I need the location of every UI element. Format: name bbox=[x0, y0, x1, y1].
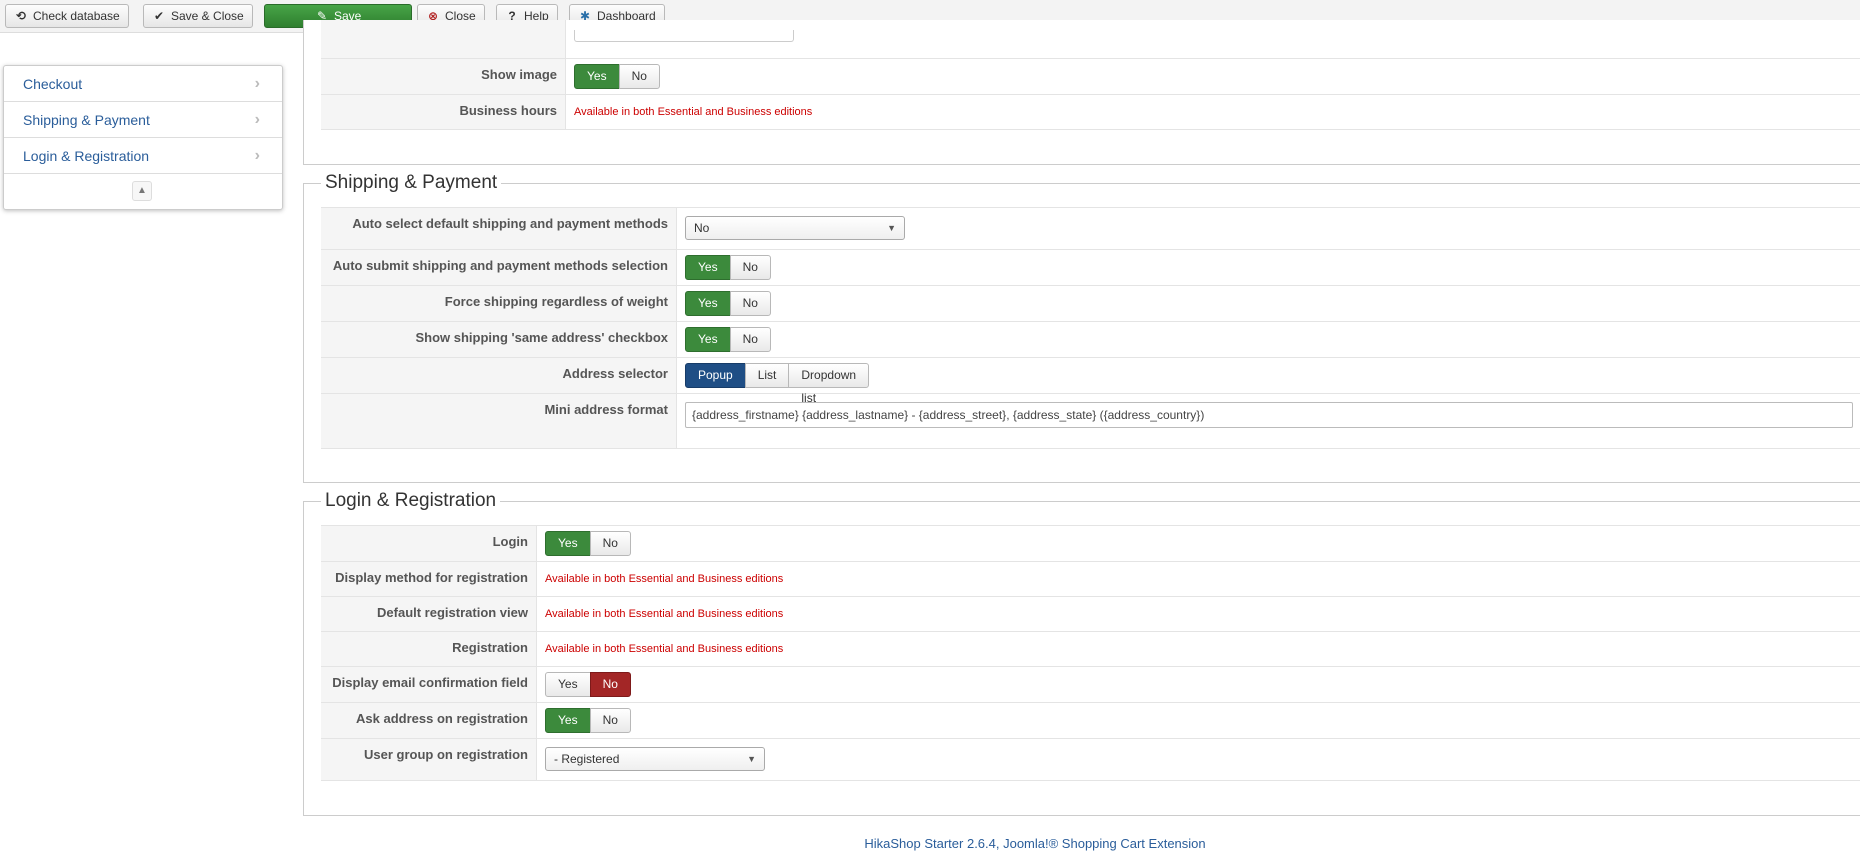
mini-address-row: Mini address format {address_firstname} … bbox=[321, 394, 1860, 449]
user-group-selected: - Registered bbox=[554, 752, 620, 766]
partial-select[interactable] bbox=[574, 30, 794, 42]
address-selector-toggle: Popup List Dropdown list bbox=[685, 363, 870, 405]
check-icon: ✔ bbox=[153, 9, 165, 23]
show-image-no[interactable]: No bbox=[618, 64, 660, 89]
show-image-label: Show image bbox=[321, 59, 566, 94]
force-shipping-row: Force shipping regardless of weight Yes … bbox=[321, 286, 1860, 322]
email-confirm-toggle: Yes No bbox=[545, 672, 631, 697]
auto-select-row: Auto select default shipping and payment… bbox=[321, 208, 1860, 250]
check-database-label: Check database bbox=[33, 9, 120, 23]
ask-address-row: Ask address on registration Yes No bbox=[321, 703, 1860, 739]
user-group-label: User group on registration bbox=[321, 739, 537, 780]
default-view-label: Default registration view bbox=[321, 597, 537, 631]
show-image-toggle: Yes No bbox=[574, 64, 660, 89]
ask-address-yes[interactable]: Yes bbox=[545, 708, 591, 733]
shipping-payment-panel: Shipping & Payment Auto select default s… bbox=[303, 171, 1860, 483]
auto-submit-toggle: Yes No bbox=[685, 255, 771, 280]
nav-item-login-registration[interactable]: Login & Registration › bbox=[4, 138, 282, 174]
nav-item-label: Shipping & Payment bbox=[23, 112, 150, 128]
default-view-row: Default registration view Available in b… bbox=[321, 597, 1860, 632]
caret-down-icon: ▼ bbox=[747, 754, 756, 764]
mini-address-label: Mini address format bbox=[321, 394, 677, 448]
footer: HikaShop Starter 2.6.4, Joomla!® Shoppin… bbox=[0, 836, 1860, 851]
scrolled-row bbox=[321, 20, 1860, 59]
show-image-yes[interactable]: Yes bbox=[574, 64, 620, 89]
force-shipping-toggle: Yes No bbox=[685, 291, 771, 316]
collapse-icon[interactable]: ▲ bbox=[132, 181, 152, 201]
login-row: Login Yes No bbox=[321, 526, 1860, 562]
display-method-row: Display method for registration Availabl… bbox=[321, 562, 1860, 597]
caret-down-icon: ▼ bbox=[887, 223, 896, 233]
auto-submit-row: Auto submit shipping and payment methods… bbox=[321, 250, 1860, 286]
same-address-no[interactable]: No bbox=[729, 327, 771, 352]
ask-address-toggle: Yes No bbox=[545, 708, 631, 733]
user-group-row: User group on registration - Registered … bbox=[321, 739, 1860, 781]
save-close-label: Save & Close bbox=[171, 9, 244, 23]
business-hours-row: Business hours Available in both Essenti… bbox=[321, 95, 1860, 130]
address-selector-list[interactable]: List bbox=[744, 363, 790, 388]
force-shipping-no[interactable]: No bbox=[729, 291, 771, 316]
login-no[interactable]: No bbox=[589, 531, 631, 556]
same-address-toggle: Yes No bbox=[685, 327, 771, 352]
email-confirm-row: Display email confirmation field Yes No bbox=[321, 667, 1860, 703]
auto-submit-yes[interactable]: Yes bbox=[685, 255, 731, 280]
login-toggle: Yes No bbox=[545, 531, 631, 556]
shipping-payment-title: Shipping & Payment bbox=[321, 171, 502, 195]
force-shipping-yes[interactable]: Yes bbox=[685, 291, 731, 316]
mini-address-input[interactable]: {address_firstname} {address_lastname} -… bbox=[685, 402, 1853, 428]
shipping-payment-form: Auto select default shipping and payment… bbox=[321, 207, 1860, 449]
save-close-button[interactable]: ✔ Save & Close bbox=[143, 4, 253, 28]
edition-notice: Available in both Essential and Business… bbox=[545, 608, 784, 620]
auto-select-label: Auto select default shipping and payment… bbox=[321, 208, 677, 249]
auto-select-selected: No bbox=[694, 221, 710, 235]
footer-link[interactable]: HikaShop Starter 2.6.4, Joomla!® Shoppin… bbox=[864, 836, 1205, 851]
side-navigation: Checkout › Shipping & Payment › Login & … bbox=[3, 65, 283, 210]
registration-label: Registration bbox=[321, 632, 537, 666]
same-address-yes[interactable]: Yes bbox=[685, 327, 731, 352]
edition-notice: Available in both Essential and Business… bbox=[574, 106, 813, 118]
force-shipping-label: Force shipping regardless of weight bbox=[321, 286, 677, 321]
edition-notice: Available in both Essential and Business… bbox=[545, 573, 784, 585]
email-confirm-yes[interactable]: Yes bbox=[545, 672, 591, 697]
check-database-button[interactable]: ⟲ Check database bbox=[5, 4, 129, 28]
database-icon: ⟲ bbox=[15, 9, 27, 23]
chevron-right-icon: › bbox=[254, 75, 260, 92]
auto-select-dropdown[interactable]: No ▼ bbox=[685, 216, 905, 240]
login-registration-title: Login & Registration bbox=[321, 489, 501, 513]
ask-address-label: Ask address on registration bbox=[321, 703, 537, 738]
auto-submit-no[interactable]: No bbox=[729, 255, 771, 280]
address-selector-dropdown[interactable]: Dropdown list bbox=[788, 363, 870, 405]
same-address-label: Show shipping 'same address' checkbox bbox=[321, 322, 677, 357]
row-label bbox=[321, 20, 566, 58]
nav-item-shipping-payment[interactable]: Shipping & Payment › bbox=[4, 102, 282, 138]
user-group-dropdown[interactable]: - Registered ▼ bbox=[545, 747, 765, 771]
login-registration-panel: Login & Registration Login Yes No Displa… bbox=[303, 489, 1860, 816]
checkout-form: Show image Yes No Business hours Availab… bbox=[321, 20, 1860, 130]
chevron-right-icon: › bbox=[254, 147, 260, 164]
same-address-row: Show shipping 'same address' checkbox Ye… bbox=[321, 322, 1860, 358]
login-label: Login bbox=[321, 526, 537, 561]
display-method-label: Display method for registration bbox=[321, 562, 537, 596]
edition-notice: Available in both Essential and Business… bbox=[545, 643, 784, 655]
address-selector-popup[interactable]: Popup bbox=[685, 363, 746, 388]
address-selector-row: Address selector Popup List Dropdown lis… bbox=[321, 358, 1860, 405]
ask-address-no[interactable]: No bbox=[589, 708, 631, 733]
registration-row: Registration Available in both Essential… bbox=[321, 632, 1860, 667]
email-confirm-label: Display email confirmation field bbox=[321, 667, 537, 702]
chevron-right-icon: › bbox=[254, 111, 260, 128]
auto-submit-label: Auto submit shipping and payment methods… bbox=[321, 250, 677, 285]
login-yes[interactable]: Yes bbox=[545, 531, 591, 556]
show-image-row: Show image Yes No bbox=[321, 59, 1860, 95]
business-hours-label: Business hours bbox=[321, 95, 566, 129]
login-registration-form: Login Yes No Display method for registra… bbox=[321, 525, 1860, 781]
nav-item-label: Checkout bbox=[23, 76, 83, 92]
email-confirm-no[interactable]: No bbox=[589, 672, 631, 697]
address-selector-label: Address selector bbox=[321, 358, 677, 393]
checkout-panel: Show image Yes No Business hours Availab… bbox=[303, 20, 1860, 165]
nav-item-checkout[interactable]: Checkout › bbox=[4, 66, 282, 102]
nav-item-label: Login & Registration bbox=[23, 148, 150, 164]
